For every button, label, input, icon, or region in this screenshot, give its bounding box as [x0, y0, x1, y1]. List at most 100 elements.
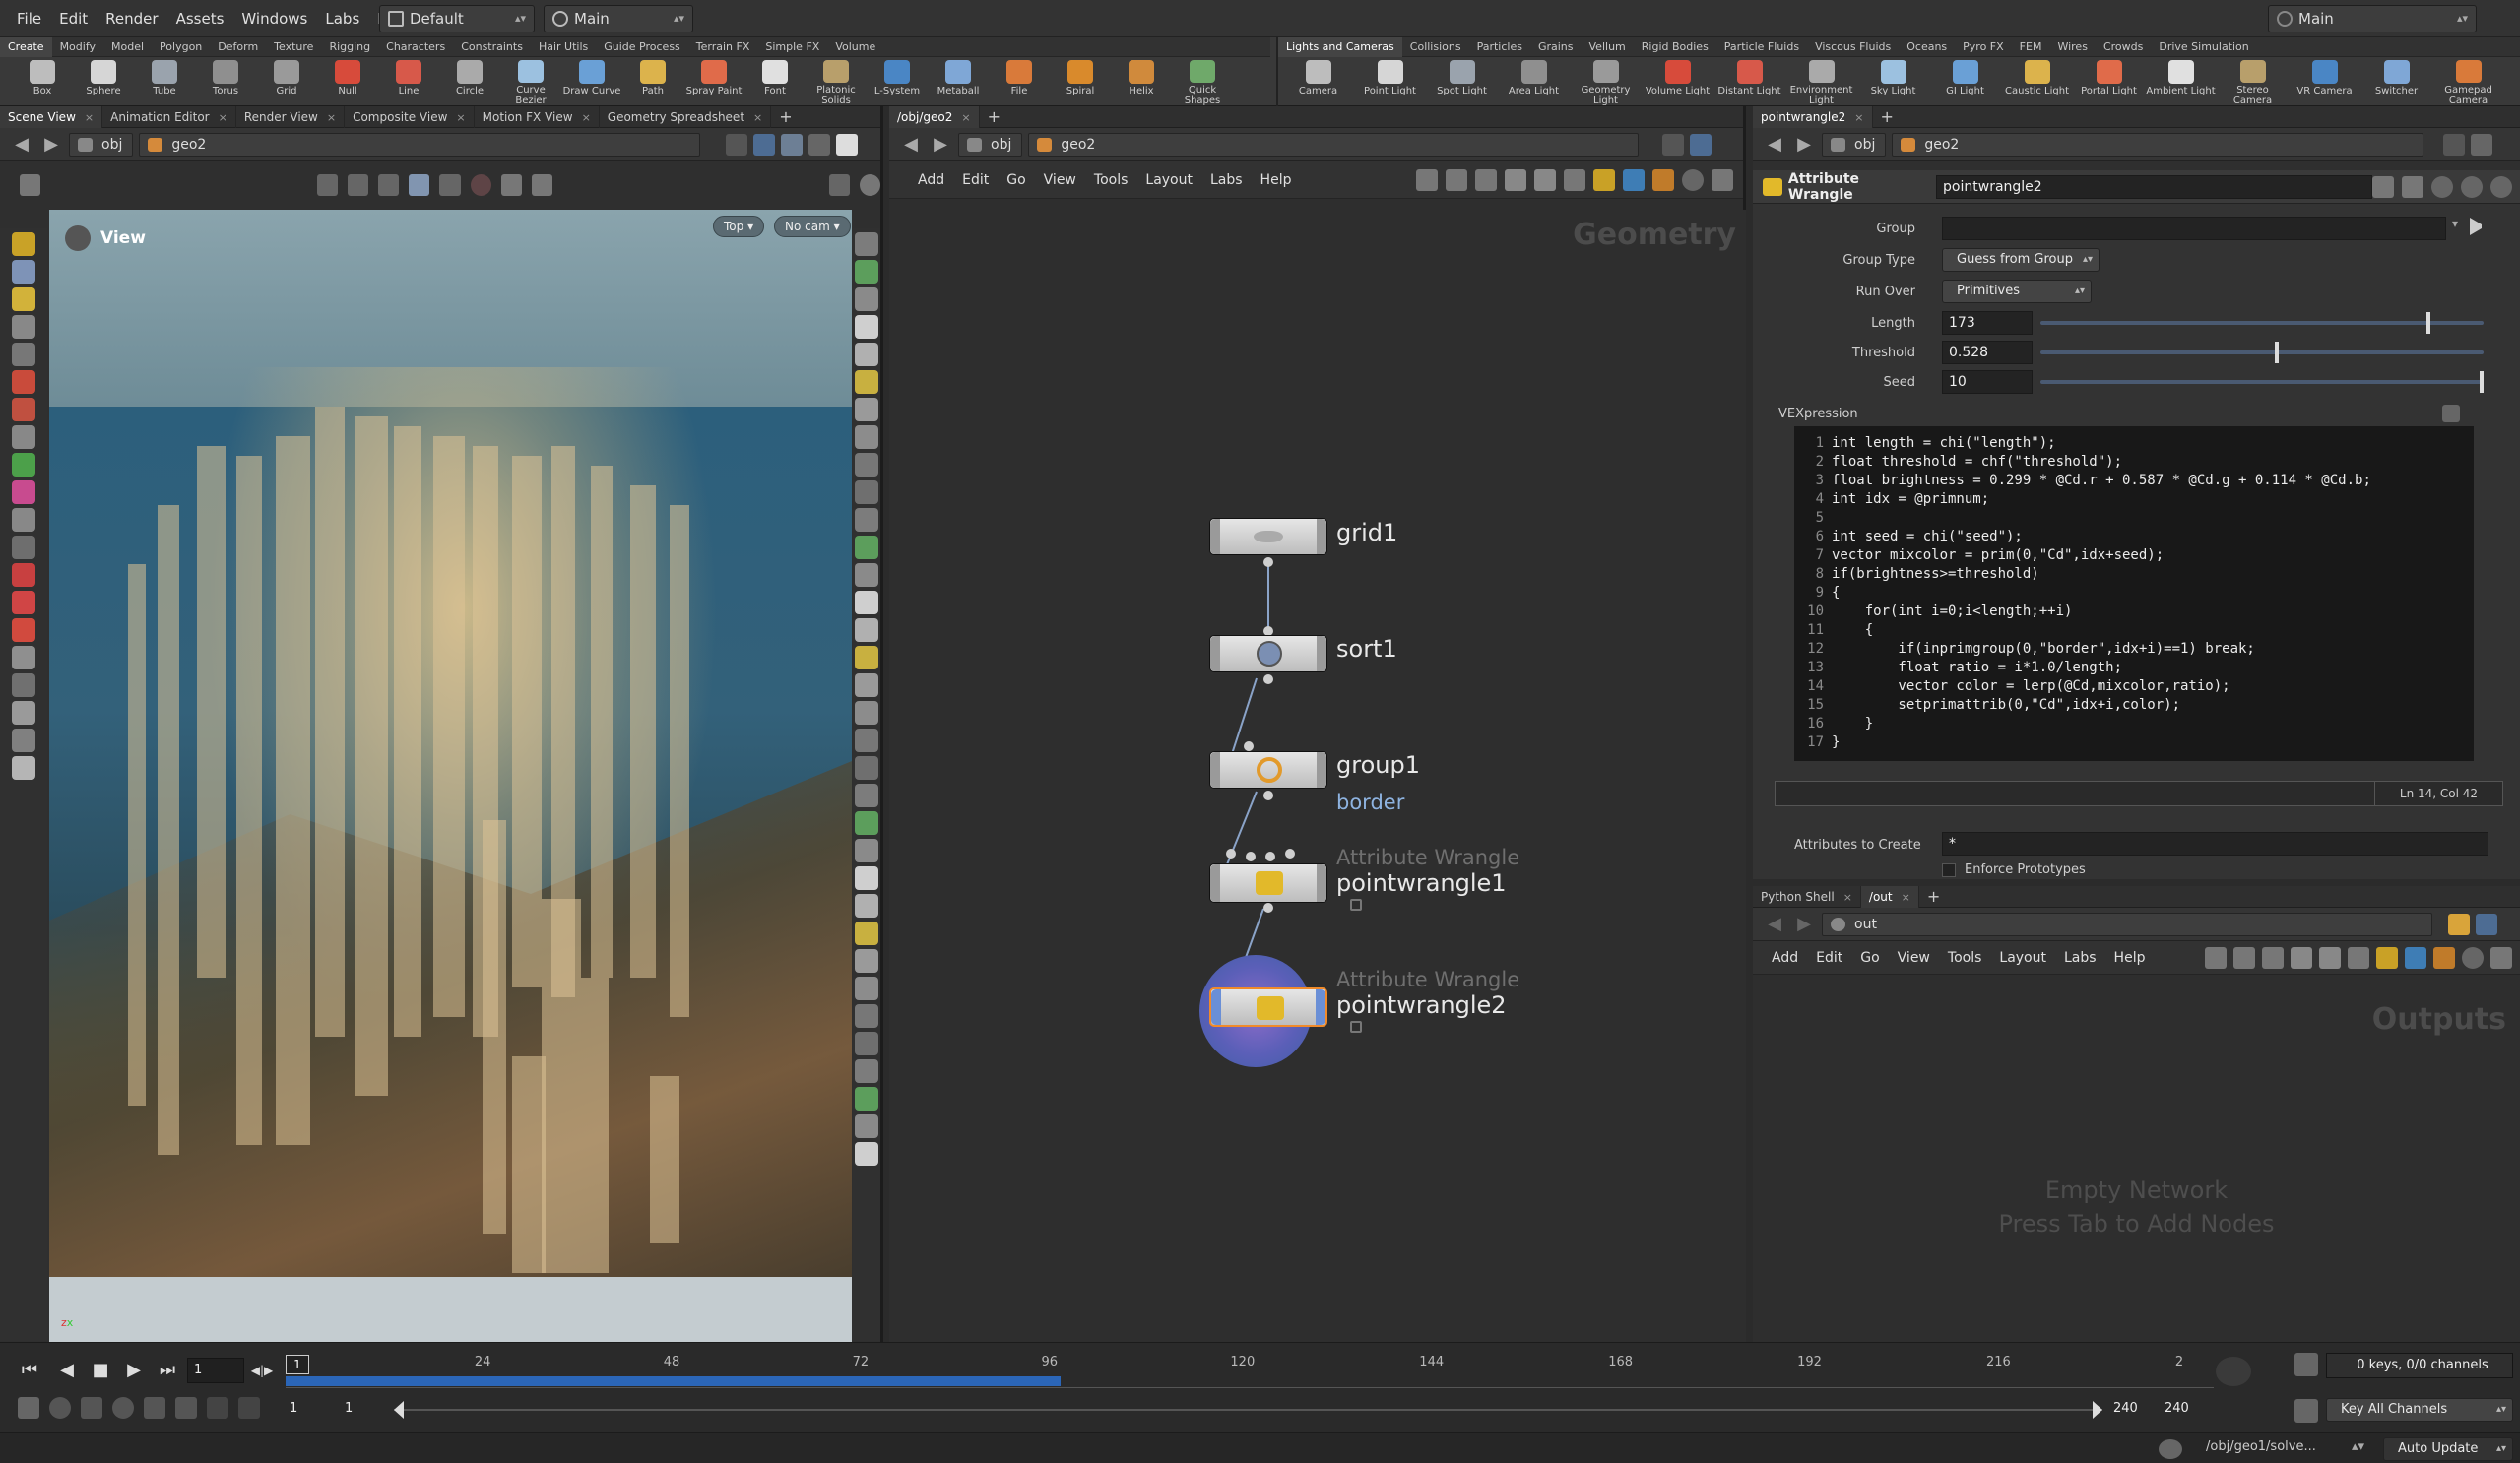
help-icon[interactable]	[2490, 175, 2512, 198]
menu-render[interactable]: Render	[97, 0, 166, 37]
out-menu-go[interactable]: Go	[1851, 939, 1888, 977]
bypass-flag[interactable]	[1211, 989, 1221, 1025]
tool-sphere[interactable]: Sphere	[73, 57, 134, 106]
table-icon[interactable]	[2319, 946, 2341, 969]
close-icon[interactable]: ×	[582, 111, 591, 124]
tab-motion-fx-view[interactable]: Motion FX View ×	[475, 105, 600, 128]
forward-arrow-icon[interactable]: ▶	[1792, 133, 1816, 157]
start-frame-field-2[interactable]: 1	[339, 1397, 388, 1423]
output-port[interactable]	[1263, 903, 1273, 913]
viewport-tool-icon[interactable]	[855, 1142, 878, 1166]
viewport-tool-icon[interactable]	[855, 1114, 878, 1138]
bypass-flag[interactable]	[1210, 864, 1220, 902]
snap-icon[interactable]	[377, 174, 400, 196]
viewport-tool-icon[interactable]	[855, 922, 878, 945]
viewport-tool-icon[interactable]	[855, 508, 878, 532]
viewport-tool-icon[interactable]	[12, 370, 35, 394]
tool-metaball[interactable]: Metaball	[928, 57, 989, 106]
shelf-tab-vellum[interactable]: Vellum	[1582, 37, 1634, 57]
shelf-tab-volume[interactable]: Volume	[827, 37, 883, 57]
viewport-tool-icon[interactable]	[855, 701, 878, 725]
bypass-flag[interactable]	[1210, 752, 1220, 788]
close-icon[interactable]: ×	[1843, 891, 1852, 904]
chevron-down-icon[interactable]: ▴▾	[2352, 1439, 2364, 1454]
realtime-icon[interactable]	[18, 1397, 39, 1419]
shelf-tab-particles[interactable]: Particles	[1469, 37, 1530, 57]
viewport-tool-icon[interactable]	[12, 646, 35, 669]
info-icon[interactable]	[2461, 175, 2483, 198]
viewport-tool-icon[interactable]	[855, 480, 878, 504]
key-icon[interactable]	[2294, 1399, 2318, 1423]
shelf-tab-lights-and-cameras[interactable]: Lights and Cameras	[1278, 36, 1402, 57]
viewport-tool-icon[interactable]	[855, 673, 878, 697]
back-arrow-icon[interactable]: ◀	[1763, 913, 1786, 936]
net-menu-view[interactable]: View	[1035, 161, 1085, 199]
link-icon[interactable]	[1690, 133, 1712, 156]
play-icon[interactable]: ▶	[120, 1357, 148, 1384]
grid-view-icon[interactable]	[2291, 946, 2312, 969]
tool-box[interactable]: Box	[12, 57, 73, 106]
range-end-handle[interactable]	[2093, 1401, 2102, 1419]
tool-spiral[interactable]: Spiral	[1050, 57, 1111, 106]
viewport-tool-icon[interactable]	[855, 784, 878, 807]
out-menu-view[interactable]: View	[1889, 939, 1939, 977]
close-icon[interactable]: ×	[456, 111, 465, 124]
tab-python-shell[interactable]: Python Shell ×	[1753, 885, 1861, 908]
viewport-tool-icon[interactable]	[12, 508, 35, 532]
pointer-icon[interactable]	[347, 174, 368, 196]
out-menu-labs[interactable]: Labs	[2055, 939, 2105, 977]
tool-geometry-light[interactable]: Geometry Light	[1570, 57, 1642, 106]
gear-icon[interactable]	[2372, 175, 2394, 198]
loop-icon[interactable]	[81, 1397, 102, 1419]
tool-spot-light[interactable]: Spot Light	[1426, 57, 1498, 106]
tool-ambient-light[interactable]: Ambient Light	[2145, 57, 2217, 106]
frame-icon[interactable]	[439, 174, 461, 196]
shelf-tab-rigid-bodies[interactable]: Rigid Bodies	[1634, 37, 1716, 57]
tool-platonic-solids[interactable]: Platonic Solids	[806, 57, 867, 106]
menu-file[interactable]: File	[8, 0, 50, 37]
tab-composite-view[interactable]: Composite View ×	[345, 105, 475, 128]
viewport-tool-icon[interactable]	[12, 480, 35, 504]
sync-icon[interactable]	[112, 1397, 134, 1419]
shelf-tab-rigging[interactable]: Rigging	[321, 37, 378, 57]
box-icon[interactable]	[1652, 168, 1674, 191]
image-icon[interactable]	[2348, 946, 2369, 969]
viewport-tool-icon[interactable]	[12, 425, 35, 449]
node-pointwrangle1[interactable]	[1209, 863, 1327, 903]
viewport-tool-icon[interactable]	[855, 646, 878, 669]
tree-icon[interactable]	[1446, 168, 1467, 191]
display-options-icon[interactable]	[781, 133, 804, 156]
image-icon[interactable]	[1564, 168, 1585, 191]
threshold-slider[interactable]	[2040, 342, 2484, 363]
input-port-4[interactable]	[1285, 849, 1295, 859]
shelf-tab-characters[interactable]: Characters	[378, 37, 453, 57]
shelf-tab-modify[interactable]: Modify	[52, 37, 103, 57]
snap-keys-icon[interactable]	[175, 1397, 197, 1419]
shelf-tab-wires[interactable]: Wires	[2049, 37, 2095, 57]
note-icon[interactable]	[2376, 946, 2398, 969]
key-mode-dropdown[interactable]: Key All Channels ▴▾	[2326, 1398, 2513, 1422]
bypass-flag[interactable]	[1210, 636, 1220, 671]
attributes-field[interactable]: *	[1942, 832, 2488, 856]
run-over-dropdown[interactable]: Primitives ▴▾	[1942, 280, 2092, 303]
viewport-tool-icon[interactable]	[855, 453, 878, 477]
viewport-tool-icon[interactable]	[855, 343, 878, 366]
menu-labs[interactable]: Labs	[316, 0, 368, 37]
viewport-tool-icon[interactable]	[855, 1004, 878, 1028]
shelf-tab-hair-utils[interactable]: Hair Utils	[531, 37, 596, 57]
net-menu-go[interactable]: Go	[998, 161, 1034, 199]
note-icon[interactable]	[1593, 168, 1615, 191]
tree-icon[interactable]	[2233, 946, 2255, 969]
viewport-tool-icon[interactable]	[12, 315, 35, 339]
shelf-tab-crowds[interactable]: Crowds	[2096, 37, 2151, 57]
viewport-tool-icon[interactable]	[855, 591, 878, 614]
output-port[interactable]	[1263, 557, 1273, 567]
viewport-tool-icon[interactable]	[855, 756, 878, 780]
tool-vr-camera[interactable]: VR Camera	[2289, 57, 2360, 106]
viewport-tool-icon[interactable]	[12, 453, 35, 477]
help-icon[interactable]	[859, 174, 881, 196]
tool-volume-light[interactable]: Volume Light	[1642, 57, 1713, 106]
bypass-flag[interactable]	[1210, 519, 1220, 554]
output-port[interactable]	[1263, 791, 1273, 800]
path-obj[interactable]: obj	[69, 132, 134, 157]
